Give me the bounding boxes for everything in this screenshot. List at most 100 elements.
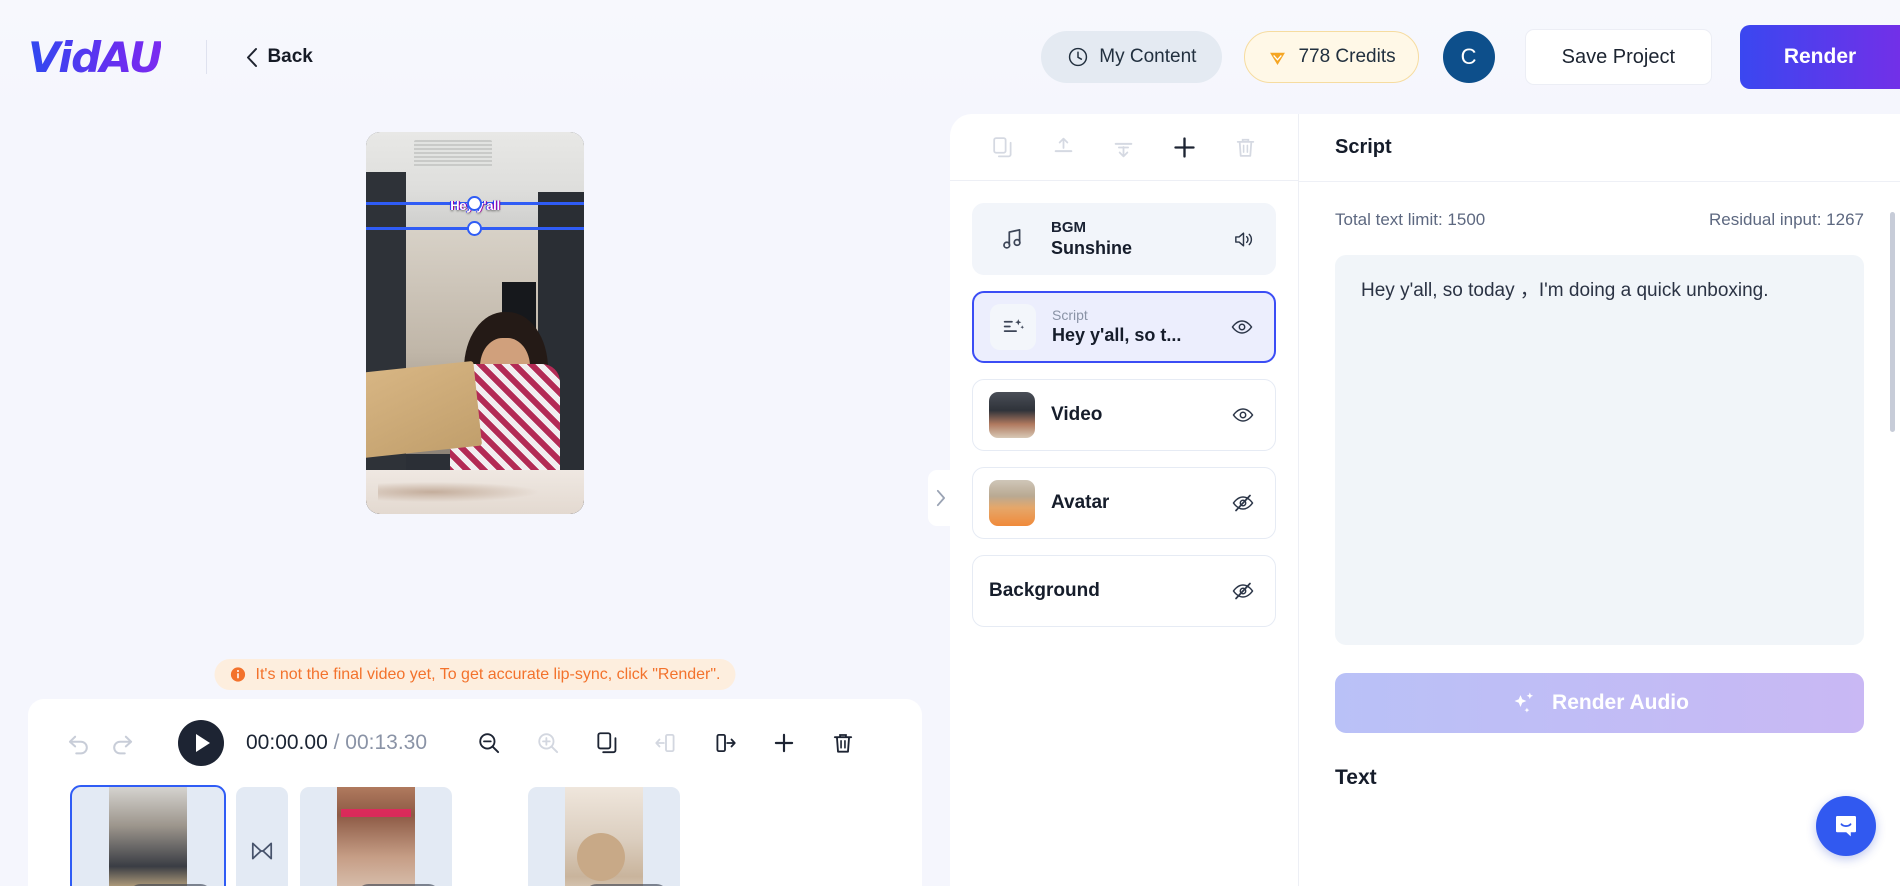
script-panel-body: Total text limit: 1500 Residual input: 1…	[1299, 182, 1900, 790]
add-icon[interactable]	[762, 721, 806, 765]
residual-input: Residual input: 1267	[1708, 210, 1864, 229]
script-panel-title: Script	[1335, 136, 1392, 158]
text-section-title: Text	[1335, 766, 1377, 789]
layer-title: Hey y'all, so t...	[1052, 325, 1182, 346]
undo-icon[interactable]	[56, 721, 100, 765]
layer-item-script[interactable]: Script Hey y'all, so t...	[972, 291, 1276, 363]
timeline-controls: 00:00.00 / 00:13.30	[28, 699, 922, 787]
resize-handle-top-middle[interactable]	[467, 196, 482, 211]
play-button[interactable]	[178, 720, 224, 766]
total-text-limit: Total text limit: 1500	[1335, 210, 1486, 229]
layer-item-video[interactable]: Video	[972, 379, 1276, 451]
diamond-icon	[1267, 47, 1288, 68]
script-textarea[interactable]: Hey y'all, so today ，I'm doing a quick u…	[1335, 255, 1864, 645]
vidau-logo: VidAU	[28, 32, 163, 82]
split-right-icon[interactable]	[703, 721, 747, 765]
editor-page: VidAU Back My Content 778 Credits C Save…	[0, 0, 1900, 886]
script-panel-header: Script	[1299, 114, 1900, 182]
chevron-left-icon	[245, 47, 258, 68]
render-button[interactable]: Render	[1740, 25, 1900, 89]
layer-title: Background	[989, 580, 1100, 602]
transition-bowtie-icon[interactable]	[236, 787, 288, 886]
layers-list: BGM Sunshine Script Hey y'all, so t... V…	[950, 181, 1298, 627]
layers-panel: BGM Sunshine Script Hey y'all, so t... V…	[950, 114, 1298, 886]
back-label: Back	[267, 46, 313, 67]
redo-icon[interactable]	[100, 721, 144, 765]
layer-text: Background	[989, 579, 1100, 603]
info-icon	[229, 666, 246, 683]
add-layer-icon[interactable]	[1167, 129, 1203, 165]
scene-cardboard-box	[366, 360, 483, 459]
scene-vent	[414, 140, 492, 168]
clip-thumbnail	[337, 787, 415, 886]
move-down-icon[interactable]	[1106, 129, 1142, 165]
layer-text: Video	[1051, 403, 1102, 427]
render-audio-button[interactable]: Render Audio	[1335, 673, 1864, 733]
zoom-in-icon[interactable]	[526, 721, 570, 765]
eye-off-icon[interactable]	[1227, 575, 1259, 607]
script-limits: Total text limit: 1500 Residual input: 1…	[1335, 210, 1864, 230]
app-header: VidAU Back My Content 778 Credits C Save…	[0, 0, 1900, 114]
save-project-button[interactable]: Save Project	[1524, 29, 1712, 85]
back-button[interactable]: Back	[245, 46, 313, 68]
timeline-clips: 00:03.19 00:05.80 00:04.31	[28, 785, 922, 886]
timeline-clip[interactable]: 00:04.31	[528, 787, 680, 886]
layer-title: Avatar	[1051, 492, 1110, 514]
scene-counter	[366, 470, 584, 514]
move-up-icon[interactable]	[1045, 129, 1081, 165]
lipsync-notice: It's not the final video yet, To get acc…	[214, 659, 736, 690]
play-icon	[196, 734, 210, 752]
total-time: 00:13.30	[345, 731, 428, 754]
header-divider	[206, 40, 208, 74]
music-note-icon	[989, 216, 1035, 262]
header-actions: My Content 778 Credits C Save Project Re…	[1041, 25, 1900, 89]
layer-text: BGM Sunshine	[1051, 219, 1132, 260]
my-content-label: My Content	[1099, 46, 1197, 67]
eye-icon[interactable]	[1227, 399, 1259, 431]
resize-handle-bottom-middle[interactable]	[467, 221, 482, 236]
clip-thumbnail	[565, 787, 643, 886]
layer-subtitle: BGM	[1051, 218, 1086, 236]
timeline-clip[interactable]: 00:05.80	[300, 787, 452, 886]
panel-collapse-toggle[interactable]	[928, 470, 952, 526]
time-separator: /	[333, 731, 340, 754]
my-content-button[interactable]: My Content	[1041, 31, 1223, 83]
script-magic-icon	[990, 304, 1036, 350]
script-properties-panel: Script Total text limit: 1500 Residual i…	[1298, 114, 1900, 886]
panel-scrollbar[interactable]	[1890, 212, 1895, 432]
duplicate-icon[interactable]	[585, 721, 629, 765]
layers-toolbar	[950, 114, 1298, 180]
eye-off-icon[interactable]	[1227, 487, 1259, 519]
copy-icon[interactable]	[984, 129, 1020, 165]
delete-icon[interactable]	[821, 721, 865, 765]
delete-layer-icon[interactable]	[1228, 129, 1264, 165]
layer-title: Video	[1051, 404, 1103, 426]
eye-icon[interactable]	[1226, 311, 1258, 343]
user-avatar[interactable]: C	[1442, 31, 1495, 83]
render-audio-label: Render Audio	[1552, 691, 1689, 714]
clock-icon	[1067, 46, 1089, 68]
volume-icon[interactable]	[1227, 223, 1259, 255]
layer-item-avatar[interactable]: Avatar	[972, 467, 1276, 539]
timeline-clip[interactable]: 00:03.19	[70, 785, 226, 886]
video-canvas[interactable]: Hey y'all	[366, 132, 584, 514]
current-time: 00:00.00	[246, 731, 328, 754]
layer-item-background[interactable]: Background	[972, 555, 1276, 627]
layer-item-bgm[interactable]: BGM Sunshine	[972, 203, 1276, 275]
split-left-icon[interactable]	[644, 721, 688, 765]
editor-area: Hey y'all It's not the final video yet, …	[0, 114, 950, 886]
timeline-tools	[467, 721, 865, 765]
chat-support-button[interactable]	[1816, 796, 1876, 856]
text-overlay-selection[interactable]: Hey y'all	[366, 196, 584, 236]
timeline-time-display: 00:00.00 / 00:13.30	[246, 731, 427, 755]
layer-subtitle: Script	[1052, 307, 1088, 324]
credits-label: 778 Credits	[1298, 46, 1396, 67]
credits-button[interactable]: 778 Credits	[1244, 31, 1419, 83]
layer-text: Avatar	[1051, 491, 1109, 515]
lipsync-notice-text: It's not the final video yet, To get acc…	[255, 665, 721, 683]
video-thumbnail	[989, 392, 1035, 438]
zoom-out-icon[interactable]	[467, 721, 511, 765]
chevron-right-icon	[935, 489, 946, 507]
layer-text: Script Hey y'all, so t...	[1052, 307, 1181, 346]
layer-title: Sunshine	[1051, 237, 1133, 258]
